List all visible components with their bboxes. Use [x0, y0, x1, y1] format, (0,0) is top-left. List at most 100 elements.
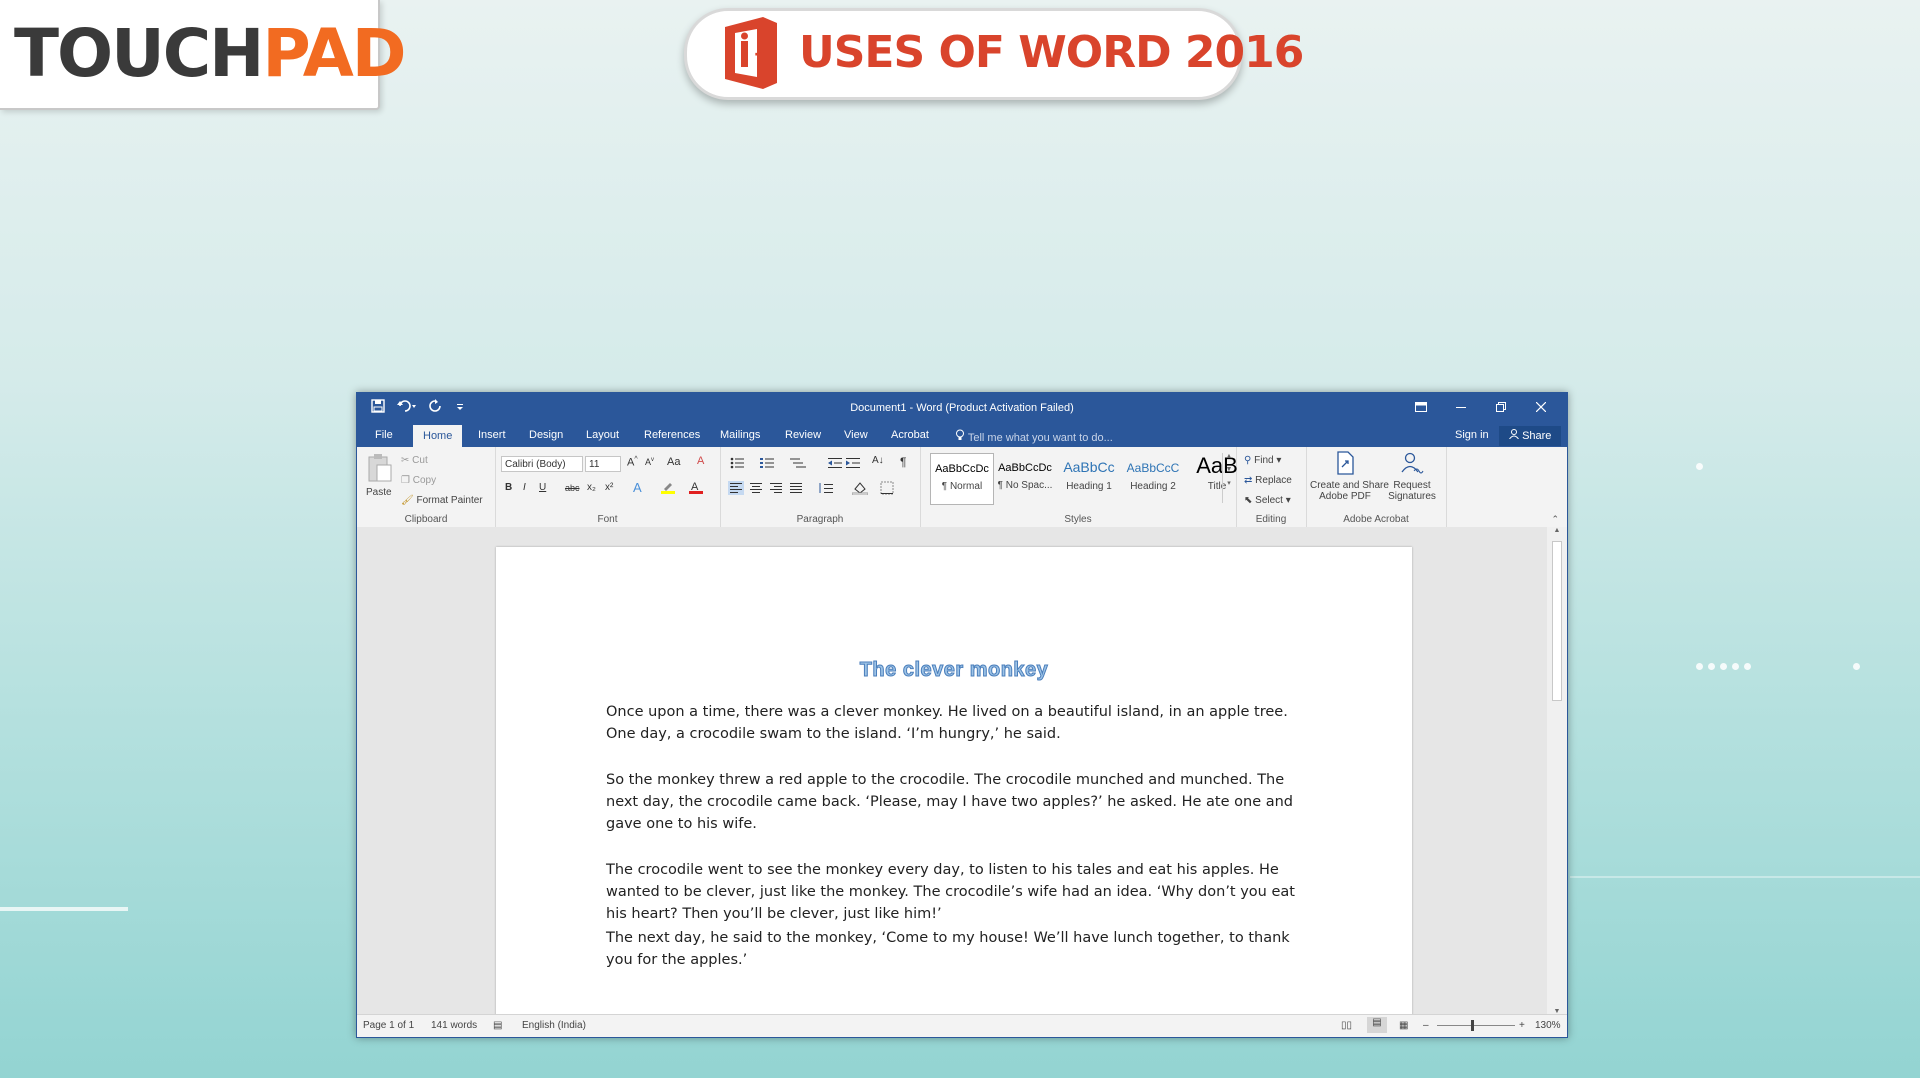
document-paragraph[interactable]: The crocodile went to see the monkey eve…: [606, 859, 1296, 925]
cut-label: Cut: [412, 455, 428, 466]
tell-me-box[interactable]: Tell me what you want to do...: [955, 429, 1113, 444]
share-button[interactable]: Share: [1499, 426, 1562, 446]
restore-icon[interactable]: [1481, 397, 1521, 419]
change-case-button[interactable]: Aa: [667, 456, 680, 468]
create-pdf-button[interactable]: Create and Share Adobe PDF: [1310, 451, 1389, 502]
grow-font-icon[interactable]: A^: [627, 456, 638, 469]
tab-layout[interactable]: Layout: [586, 429, 619, 441]
shrink-font-icon[interactable]: Av: [645, 457, 654, 467]
increase-indent-icon[interactable]: [846, 457, 860, 469]
page-count[interactable]: Page 1 of 1: [363, 1020, 414, 1031]
word-window: Document1 - Word (Product Activation Fai…: [356, 392, 1568, 1038]
strikethrough-button[interactable]: abc: [565, 483, 580, 493]
text-effects-icon[interactable]: A: [633, 480, 642, 495]
zoom-slider[interactable]: [1437, 1025, 1515, 1026]
highlight-icon[interactable]: [661, 480, 675, 497]
zoom-slider-thumb[interactable]: [1471, 1020, 1474, 1031]
request-signatures-button[interactable]: Request Signatures: [1384, 451, 1440, 502]
language[interactable]: English (India): [522, 1020, 586, 1031]
close-icon[interactable]: [1521, 397, 1561, 419]
vertical-scrollbar[interactable]: ▲ ▼: [1547, 527, 1567, 1015]
zoom-level[interactable]: 130%: [1535, 1020, 1561, 1031]
window-title: Document1 - Word (Product Activation Fai…: [850, 402, 1074, 414]
align-center-icon[interactable]: [748, 481, 764, 495]
collapse-ribbon-icon[interactable]: ⌃: [1551, 514, 1559, 525]
chevron-down-icon[interactable]: ▼: [1223, 466, 1235, 473]
cut-button[interactable]: ✂ Cut: [401, 455, 428, 466]
ribbon-display-icon[interactable]: [1401, 397, 1441, 419]
align-left-icon[interactable]: [728, 481, 744, 495]
select-label: Select: [1255, 495, 1283, 506]
document-paragraph[interactable]: Once upon a time, there was a clever mon…: [606, 701, 1296, 745]
shading-icon[interactable]: [852, 481, 868, 495]
borders-icon[interactable]: [880, 481, 894, 495]
document-area: The clever monkey Once upon a time, ther…: [357, 527, 1547, 1015]
font-name-combo[interactable]: Calibri (Body): [501, 456, 583, 472]
minimize-icon[interactable]: [1441, 397, 1481, 419]
decrease-indent-icon[interactable]: [828, 457, 842, 469]
paste-button[interactable]: Paste: [366, 487, 392, 498]
scroll-thumb[interactable]: [1552, 541, 1562, 701]
tab-insert[interactable]: Insert: [478, 429, 506, 441]
style-heading-2[interactable]: AaBbCcC Heading 2: [1122, 453, 1184, 503]
style-normal[interactable]: AaBbCcDc ¶ Normal: [930, 453, 994, 505]
paste-icon[interactable]: [367, 453, 393, 483]
tab-home[interactable]: Home: [413, 425, 463, 447]
title-banner: + USES OF WORD 2016: [684, 8, 1304, 100]
style-no-spacing[interactable]: AaBbCcDc ¶ No Spac...: [994, 453, 1056, 503]
web-layout-icon[interactable]: ▦: [1399, 1020, 1408, 1031]
tab-review[interactable]: Review: [785, 429, 821, 441]
word-count[interactable]: 141 words: [431, 1020, 477, 1031]
chevron-up-icon[interactable]: ▲: [1223, 453, 1235, 460]
document-heading[interactable]: The clever monkey: [496, 659, 1412, 682]
style-name: ¶ Normal: [941, 481, 983, 492]
select-button[interactable]: ⬉ Select ▾: [1244, 495, 1291, 506]
acrobat-group: Create and Share Adobe PDF Request Signa…: [1306, 447, 1447, 527]
font-color-icon[interactable]: A: [689, 480, 703, 497]
more-styles-icon[interactable]: ▾: [1223, 479, 1235, 487]
zoom-out-icon[interactable]: –: [1423, 1020, 1429, 1031]
tab-file[interactable]: File: [375, 429, 393, 441]
style-heading-1[interactable]: AaBbCc Heading 1: [1058, 453, 1120, 503]
italic-button[interactable]: I: [523, 482, 526, 493]
style-name: Heading 2: [1130, 481, 1176, 492]
bullets-icon[interactable]: [730, 457, 744, 469]
clipboard-label: Clipboard: [404, 514, 448, 525]
show-marks-button[interactable]: ¶: [900, 455, 906, 469]
replace-button[interactable]: ⇄ Replace: [1244, 475, 1292, 486]
multilevel-list-icon[interactable]: [790, 457, 806, 469]
justify-icon[interactable]: [788, 481, 804, 495]
format-painter-button[interactable]: 🖌 Format Painter: [401, 495, 483, 506]
zoom-in-icon[interactable]: +: [1519, 1020, 1525, 1031]
sort-icon[interactable]: A↓: [872, 455, 884, 466]
document-paragraph[interactable]: The next day, he said to the monkey, ‘Co…: [606, 927, 1296, 971]
document-page[interactable]: The clever monkey Once upon a time, ther…: [496, 547, 1412, 1015]
person-icon: [1509, 429, 1519, 440]
superscript-button[interactable]: x²: [605, 482, 613, 493]
clear-formatting-icon[interactable]: A: [697, 455, 704, 467]
copy-button[interactable]: ❐ Copy: [401, 475, 436, 486]
tab-acrobat[interactable]: Acrobat: [891, 429, 929, 441]
proofing-icon[interactable]: ▤: [493, 1020, 502, 1031]
subscript-button[interactable]: x₂: [587, 482, 596, 493]
sign-in-link[interactable]: Sign in: [1455, 429, 1489, 441]
magnifier-icon: ⚲: [1244, 455, 1252, 466]
tab-mailings[interactable]: Mailings: [720, 429, 760, 441]
print-layout-icon[interactable]: ▤: [1367, 1017, 1387, 1033]
tab-view[interactable]: View: [844, 429, 868, 441]
numbering-icon[interactable]: [760, 457, 774, 469]
align-right-icon[interactable]: [768, 481, 784, 495]
bold-button[interactable]: B: [505, 482, 512, 493]
tab-design[interactable]: Design: [529, 429, 563, 441]
read-mode-icon[interactable]: ▯▯: [1341, 1020, 1352, 1031]
document-paragraph[interactable]: So the monkey threw a red apple to the c…: [606, 769, 1296, 835]
line-spacing-icon[interactable]: [818, 481, 834, 495]
tab-references[interactable]: References: [644, 429, 700, 441]
styles-scroll[interactable]: ▲ ▼ ▾: [1222, 453, 1235, 503]
scroll-up-icon[interactable]: ▲: [1547, 527, 1567, 534]
find-label: Find: [1254, 455, 1274, 466]
find-button[interactable]: ⚲ Find ▾: [1244, 455, 1281, 466]
copy-icon: ❐: [401, 475, 410, 486]
underline-button[interactable]: U: [539, 482, 546, 493]
font-size-combo[interactable]: 11: [585, 456, 621, 472]
